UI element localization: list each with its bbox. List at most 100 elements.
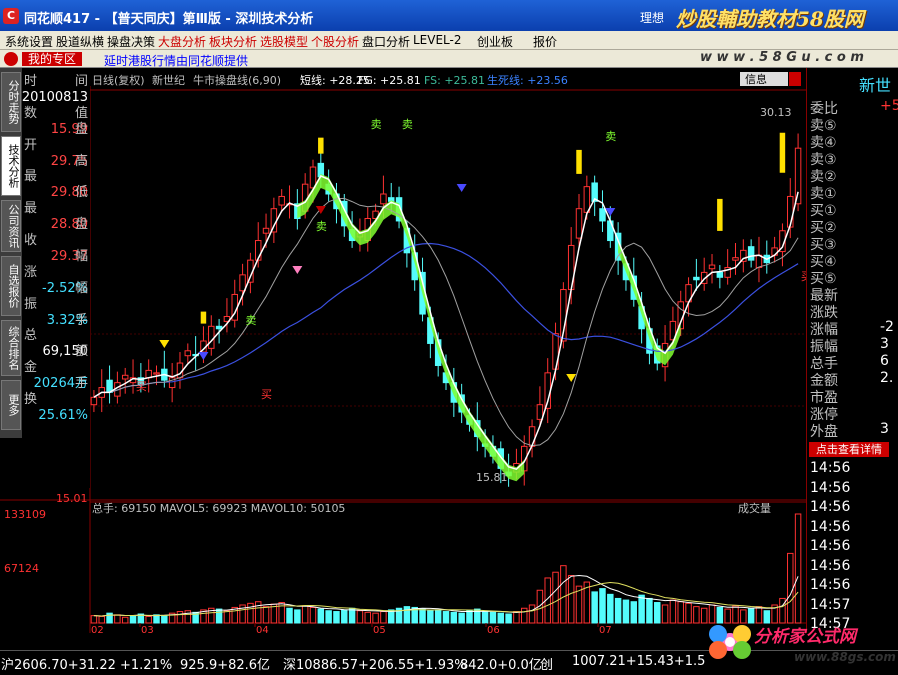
volume-bar: [607, 593, 614, 624]
close-icon[interactable]: [789, 72, 801, 86]
volume-bar: [661, 604, 669, 624]
candle-body: [536, 404, 544, 420]
window-title: 同花顺417 - 【普天同庆】第Ⅲ版 - 深圳技术分析: [24, 12, 314, 27]
menu-item[interactable]: 大盘分析: [158, 33, 206, 50]
volume-bar: [450, 611, 458, 624]
secondary-toolbar: 我的专区 延时港股行情由同花顺提供 w w w . 5 8 G u . c o …: [0, 50, 898, 68]
menu-item[interactable]: 操盘决策: [107, 33, 155, 50]
volume-bar: [129, 615, 137, 624]
cy-label[interactable]: 创: [540, 654, 553, 673]
menu-item[interactable]: 盘口分析: [362, 33, 410, 50]
volume-bar: [380, 611, 387, 624]
info-button-label: 信息: [745, 72, 767, 86]
notice-text[interactable]: 延时港股行情由同花顺提供: [104, 52, 248, 69]
chart-header-indicator: 牛市操盘线(6,90): [193, 73, 281, 87]
info-row: 时间: [24, 74, 88, 90]
quote-value: 3: [880, 421, 889, 437]
sell-signal-label: 卖: [371, 118, 382, 131]
sz-volume: 842.0+0.0亿: [460, 658, 542, 673]
info-row: 金: [24, 360, 88, 376]
volume-bar: [614, 597, 622, 624]
candle-body: [575, 208, 583, 239]
my-zone-button[interactable]: 我的专区: [22, 52, 82, 66]
info-row: 20264万手: [24, 376, 88, 392]
info-key: 总: [24, 328, 38, 344]
volume-bar: [145, 615, 152, 624]
kline-chart[interactable]: 卖卖卖卖卖买买买30.1315.8118.2215.01日线(复权)新世纪牛市操…: [0, 68, 806, 633]
volume-bar: [497, 612, 505, 624]
chart-header-label: 日线(复权): [92, 73, 145, 87]
volume-bar: [442, 611, 450, 624]
menu-item[interactable]: 选股模型: [260, 33, 308, 50]
info-row: 总: [24, 328, 88, 344]
tick-time: 14:56: [810, 518, 851, 535]
candle-body: [208, 325, 215, 349]
info-row: 最: [24, 169, 88, 185]
ribbon-band: [297, 174, 525, 482]
title-bar: C 同花顺417 - 【普天同庆】第Ⅲ版 - 深圳技术分析 理想 炒股輔助教材5…: [0, 0, 898, 31]
sz-index[interactable]: 深10886.57+206.55+1.93%: [283, 654, 467, 673]
volume-bar: [121, 616, 129, 624]
volume-bar: [505, 613, 512, 624]
volume-bar: [161, 615, 168, 624]
volume-bar: [286, 607, 293, 624]
chart-area[interactable]: 卖卖卖卖卖买买买30.1315.8118.2215.01日线(复权)新世纪牛市操…: [0, 68, 806, 633]
x-tick-label: 06: [487, 625, 500, 633]
watermark-logo: 炒股輔助教材58股网: [676, 7, 864, 31]
volume-bar: [90, 615, 98, 624]
volume-bar: [591, 591, 598, 624]
info-row: 涨: [24, 265, 88, 281]
x-tick-label: 04: [256, 625, 269, 633]
sh-index[interactable]: 沪2606.70+31.22 +1.21%: [1, 654, 172, 673]
info-key: 25.61%: [38, 407, 88, 423]
low-price-label: 15.81: [476, 471, 508, 484]
info-row: 3.32% 手: [24, 313, 88, 329]
menu-item[interactable]: 股道纵横: [56, 33, 104, 50]
menu-item[interactable]: 报价: [533, 33, 557, 50]
info-row: 28.80 盘: [24, 217, 88, 233]
menu-item[interactable]: 板块分析: [209, 33, 257, 50]
menu-item[interactable]: 系统设置: [5, 33, 53, 50]
quote-panel: 新世 委比+56卖⑤卖④卖③卖②卖①买①买②买③买④买⑤最新涨跌涨幅-2振幅3总…: [806, 68, 898, 633]
info-val: 高: [74, 153, 88, 169]
volume-bar: [677, 601, 684, 624]
menu-item[interactable]: 创业板: [477, 33, 513, 50]
quote-value: +56: [880, 98, 898, 114]
header-link[interactable]: 理想: [640, 9, 664, 26]
volume-bar: [372, 612, 379, 624]
volume-bar: [630, 601, 638, 624]
tick-time: 14:56: [810, 577, 851, 593]
info-key: 金: [24, 360, 38, 376]
volume-header: 总手: 69150 MAVOL5: 69923 MAVOL10: 50105: [92, 501, 345, 515]
menu-bar: 系统设置 股道纵横 操盘决策 大盘分析 板块分析 选股模型 个股分析 盘口分析 LEVEL-2 创…: [0, 31, 898, 50]
candle-body: [794, 147, 802, 205]
volume-bar: [262, 606, 270, 624]
zone-icon[interactable]: [4, 52, 18, 66]
volume-bar: [317, 608, 325, 624]
candle-body: [215, 325, 223, 330]
info-key: 最: [24, 169, 38, 185]
menu-item[interactable]: 个股分析: [311, 33, 359, 50]
high-price-label: 30.13: [760, 106, 792, 119]
volume-bar: [223, 610, 231, 624]
candle-body: [184, 350, 192, 357]
candle-body: [755, 254, 763, 268]
detail-button[interactable]: 点击查看详情: [809, 442, 889, 457]
info-row: 15.99 盘: [24, 122, 88, 138]
info-row: 最: [24, 201, 88, 217]
info-row: 开: [24, 138, 88, 154]
volume-bar: [98, 615, 105, 624]
signal-bar: [576, 149, 582, 174]
sell-signal-label: 卖: [316, 220, 327, 233]
menu-item[interactable]: LEVEL-2: [413, 33, 462, 47]
quote-value: -2: [880, 319, 894, 335]
quote-value: 6: [880, 353, 889, 369]
quote-value: 3: [880, 336, 889, 352]
short-line-series: [93, 175, 799, 471]
volume-bar: [693, 606, 700, 624]
signal-bar: [200, 311, 207, 324]
chart-header-life-line: 生死线: +23.56: [487, 73, 568, 87]
signal-marker: [159, 340, 170, 348]
candle-body: [121, 374, 129, 380]
volume-bar: [513, 611, 520, 624]
